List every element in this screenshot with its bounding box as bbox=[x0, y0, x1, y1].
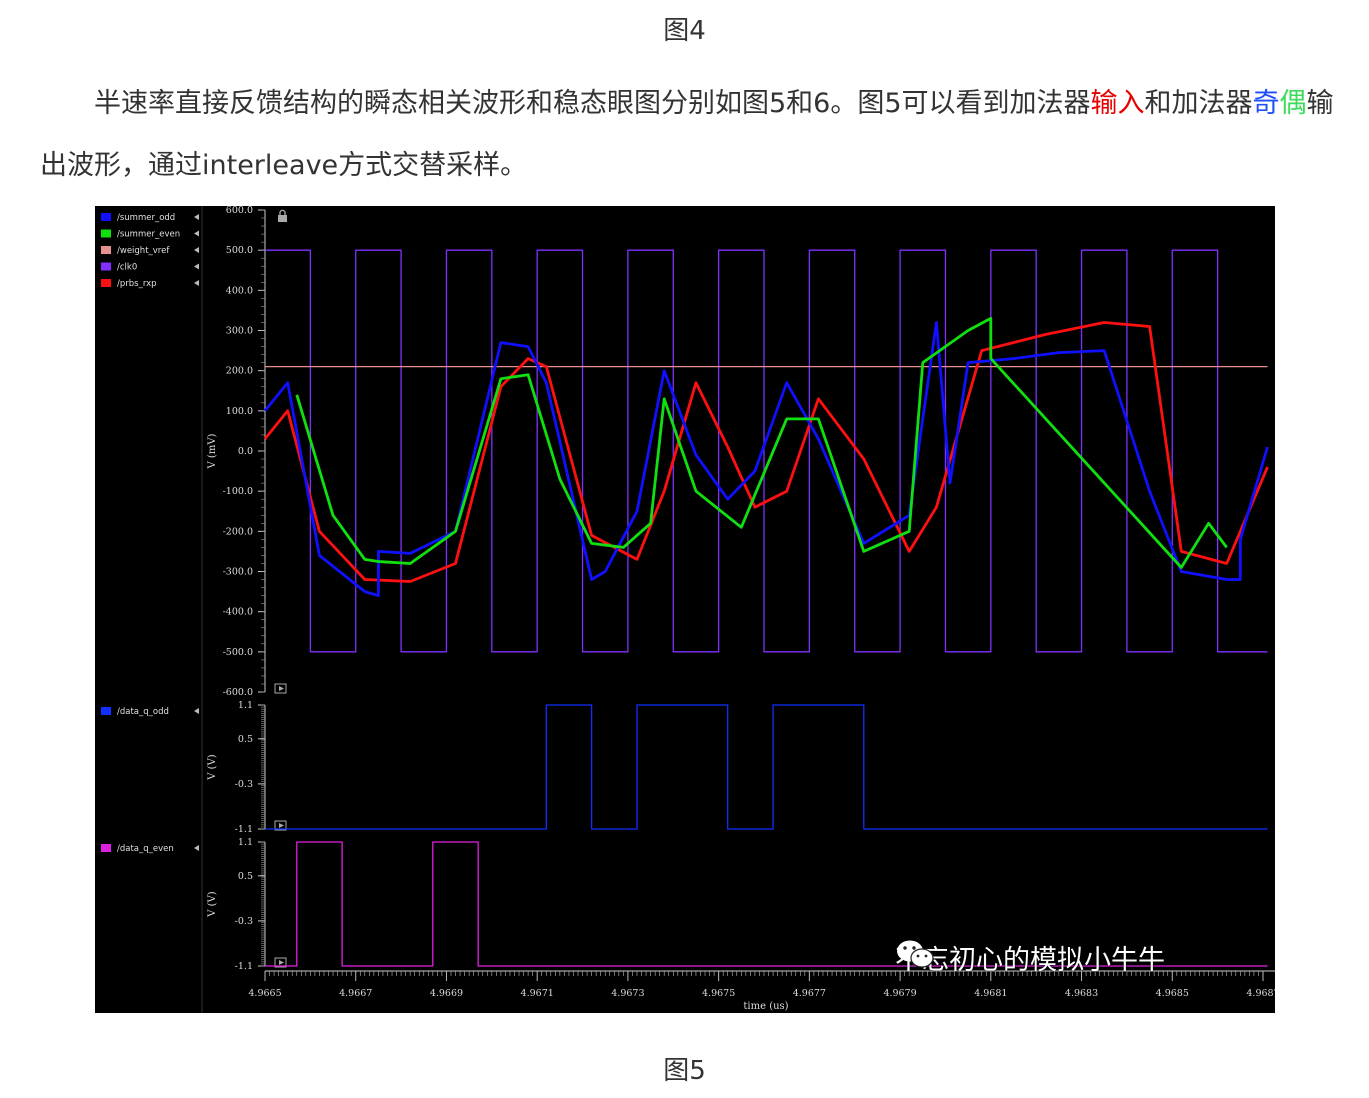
x-tick-label: 4.9679 bbox=[883, 988, 916, 999]
legend-arrow-icon bbox=[194, 214, 199, 220]
y-tick-label: 200.0 bbox=[226, 366, 253, 377]
x-axis-label: time (us) bbox=[743, 1001, 788, 1012]
series-summer-even bbox=[295, 317, 1228, 569]
series-clk0 bbox=[265, 249, 1268, 653]
panel-expand-arrow-icon bbox=[279, 686, 284, 691]
paragraph-text-2: 和加法器 bbox=[1144, 88, 1253, 119]
y-axis-label: V (mV) bbox=[207, 433, 218, 469]
x-tick-label: 4.9671 bbox=[521, 988, 554, 999]
x-tick-label: 4.9673 bbox=[611, 988, 644, 999]
x-tick-label: 4.9681 bbox=[974, 988, 1007, 999]
legend-swatch-prbs-rxp bbox=[101, 279, 111, 287]
y-tick-label: 1.1 bbox=[238, 700, 253, 711]
watermark: 不忘初心的模拟小牛牛 bbox=[895, 938, 1165, 977]
x-tick-label: 4.9677 bbox=[793, 988, 826, 999]
legend-arrow-icon bbox=[194, 845, 199, 851]
y-tick-label: -1.1 bbox=[235, 824, 253, 835]
legend-swatch-data-q-odd bbox=[101, 707, 111, 715]
y-tick-label: -500.0 bbox=[223, 647, 253, 658]
y-tick-label: -0.3 bbox=[235, 779, 253, 790]
legend-arrow-icon bbox=[194, 247, 199, 253]
y-tick-label: 600.0 bbox=[226, 206, 253, 216]
legend-swatch-weight-vref bbox=[101, 246, 111, 254]
wechat-icon bbox=[897, 940, 934, 968]
y-tick-label: -300.0 bbox=[223, 567, 253, 578]
legend-swatch-data-q-even bbox=[101, 844, 111, 852]
lock-shackle-icon bbox=[279, 209, 286, 215]
x-tick-label: 4.9685 bbox=[1156, 988, 1189, 999]
lock-icon bbox=[278, 215, 287, 222]
y-tick-label: 0.5 bbox=[238, 734, 253, 745]
x-tick-label: 4.9683 bbox=[1065, 988, 1098, 999]
y-tick-label: 1.1 bbox=[238, 837, 253, 848]
legend-swatch-summer-even bbox=[101, 229, 111, 238]
y-tick-label: -100.0 bbox=[223, 486, 253, 497]
y-tick-label: 0.5 bbox=[238, 871, 253, 882]
legend-arrow-icon bbox=[194, 280, 199, 286]
y-axis-label: V (V) bbox=[207, 891, 218, 918]
legend-swatch-summer-odd bbox=[101, 213, 111, 221]
highlight-input: 输入 bbox=[1090, 88, 1145, 119]
y-tick-label: -600.0 bbox=[223, 687, 253, 698]
legend-label-prbs-rxp: /prbs_rxp bbox=[117, 279, 157, 289]
body-paragraph: 半速率直接反馈结构的瞬态相关波形和稳态眼图分别如图5和6。图5可以看到加法器输入… bbox=[40, 73, 1335, 197]
x-tick-label: 4.9687 bbox=[1246, 988, 1275, 999]
figure-caption-top: 图4 bbox=[663, 16, 706, 46]
y-tick-label: 100.0 bbox=[226, 406, 253, 417]
legend-label-data-q-even: /data_q_even bbox=[117, 844, 174, 854]
y-tick-label: -400.0 bbox=[223, 607, 253, 618]
figure-caption-bottom: 图5 bbox=[663, 1056, 706, 1086]
series-prbs-rxp bbox=[263, 321, 1269, 583]
watermark-text: 不忘初心的模拟小牛牛 bbox=[895, 945, 1165, 976]
legend-label-summer-odd: /summer_odd bbox=[117, 213, 175, 223]
y-tick-label: 0.0 bbox=[238, 446, 253, 457]
highlight-even: 偶 bbox=[1279, 88, 1307, 119]
legend-swatch-clk0 bbox=[101, 262, 111, 271]
series-summer-odd bbox=[263, 321, 1269, 597]
waveform-viewer: /summer_odd/summer_even/weight_vref/clk0… bbox=[95, 206, 1275, 1013]
panel-expand-arrow-icon bbox=[279, 823, 284, 828]
x-tick-label: 4.9669 bbox=[430, 988, 463, 999]
y-tick-label: 400.0 bbox=[226, 285, 253, 296]
legend-label-data-q-odd: /data_q_odd bbox=[117, 707, 169, 717]
paragraph-text-1: 半速率直接反馈结构的瞬态相关波形和稳态眼图分别如图5和6。图5可以看到加法器 bbox=[94, 88, 1091, 119]
waveform-chart: /summer_odd/summer_even/weight_vref/clk0… bbox=[101, 206, 1275, 1013]
panel-expand-arrow-icon bbox=[279, 960, 284, 965]
highlight-odd: 奇 bbox=[1252, 88, 1280, 119]
x-tick-label: 4.9675 bbox=[702, 988, 735, 999]
y-tick-label: 500.0 bbox=[226, 245, 253, 256]
legend-label-weight-vref: /weight_vref bbox=[117, 246, 170, 256]
legend-arrow-icon bbox=[194, 263, 199, 270]
x-tick-label: 4.9667 bbox=[339, 988, 372, 999]
y-axis-label: V (V) bbox=[207, 754, 218, 781]
legend-label-summer-even: /summer_even bbox=[117, 230, 180, 240]
series-data-q-odd bbox=[265, 704, 1268, 830]
y-tick-label: -0.3 bbox=[235, 916, 253, 927]
y-tick-label: -1.1 bbox=[235, 961, 253, 972]
legend-arrow-icon bbox=[194, 708, 199, 714]
legend-arrow-icon bbox=[194, 230, 199, 237]
x-tick-label: 4.9665 bbox=[248, 988, 281, 999]
y-tick-label: -200.0 bbox=[223, 526, 253, 537]
y-tick-label: 300.0 bbox=[226, 326, 253, 337]
legend-label-clk0: /clk0 bbox=[117, 263, 137, 273]
